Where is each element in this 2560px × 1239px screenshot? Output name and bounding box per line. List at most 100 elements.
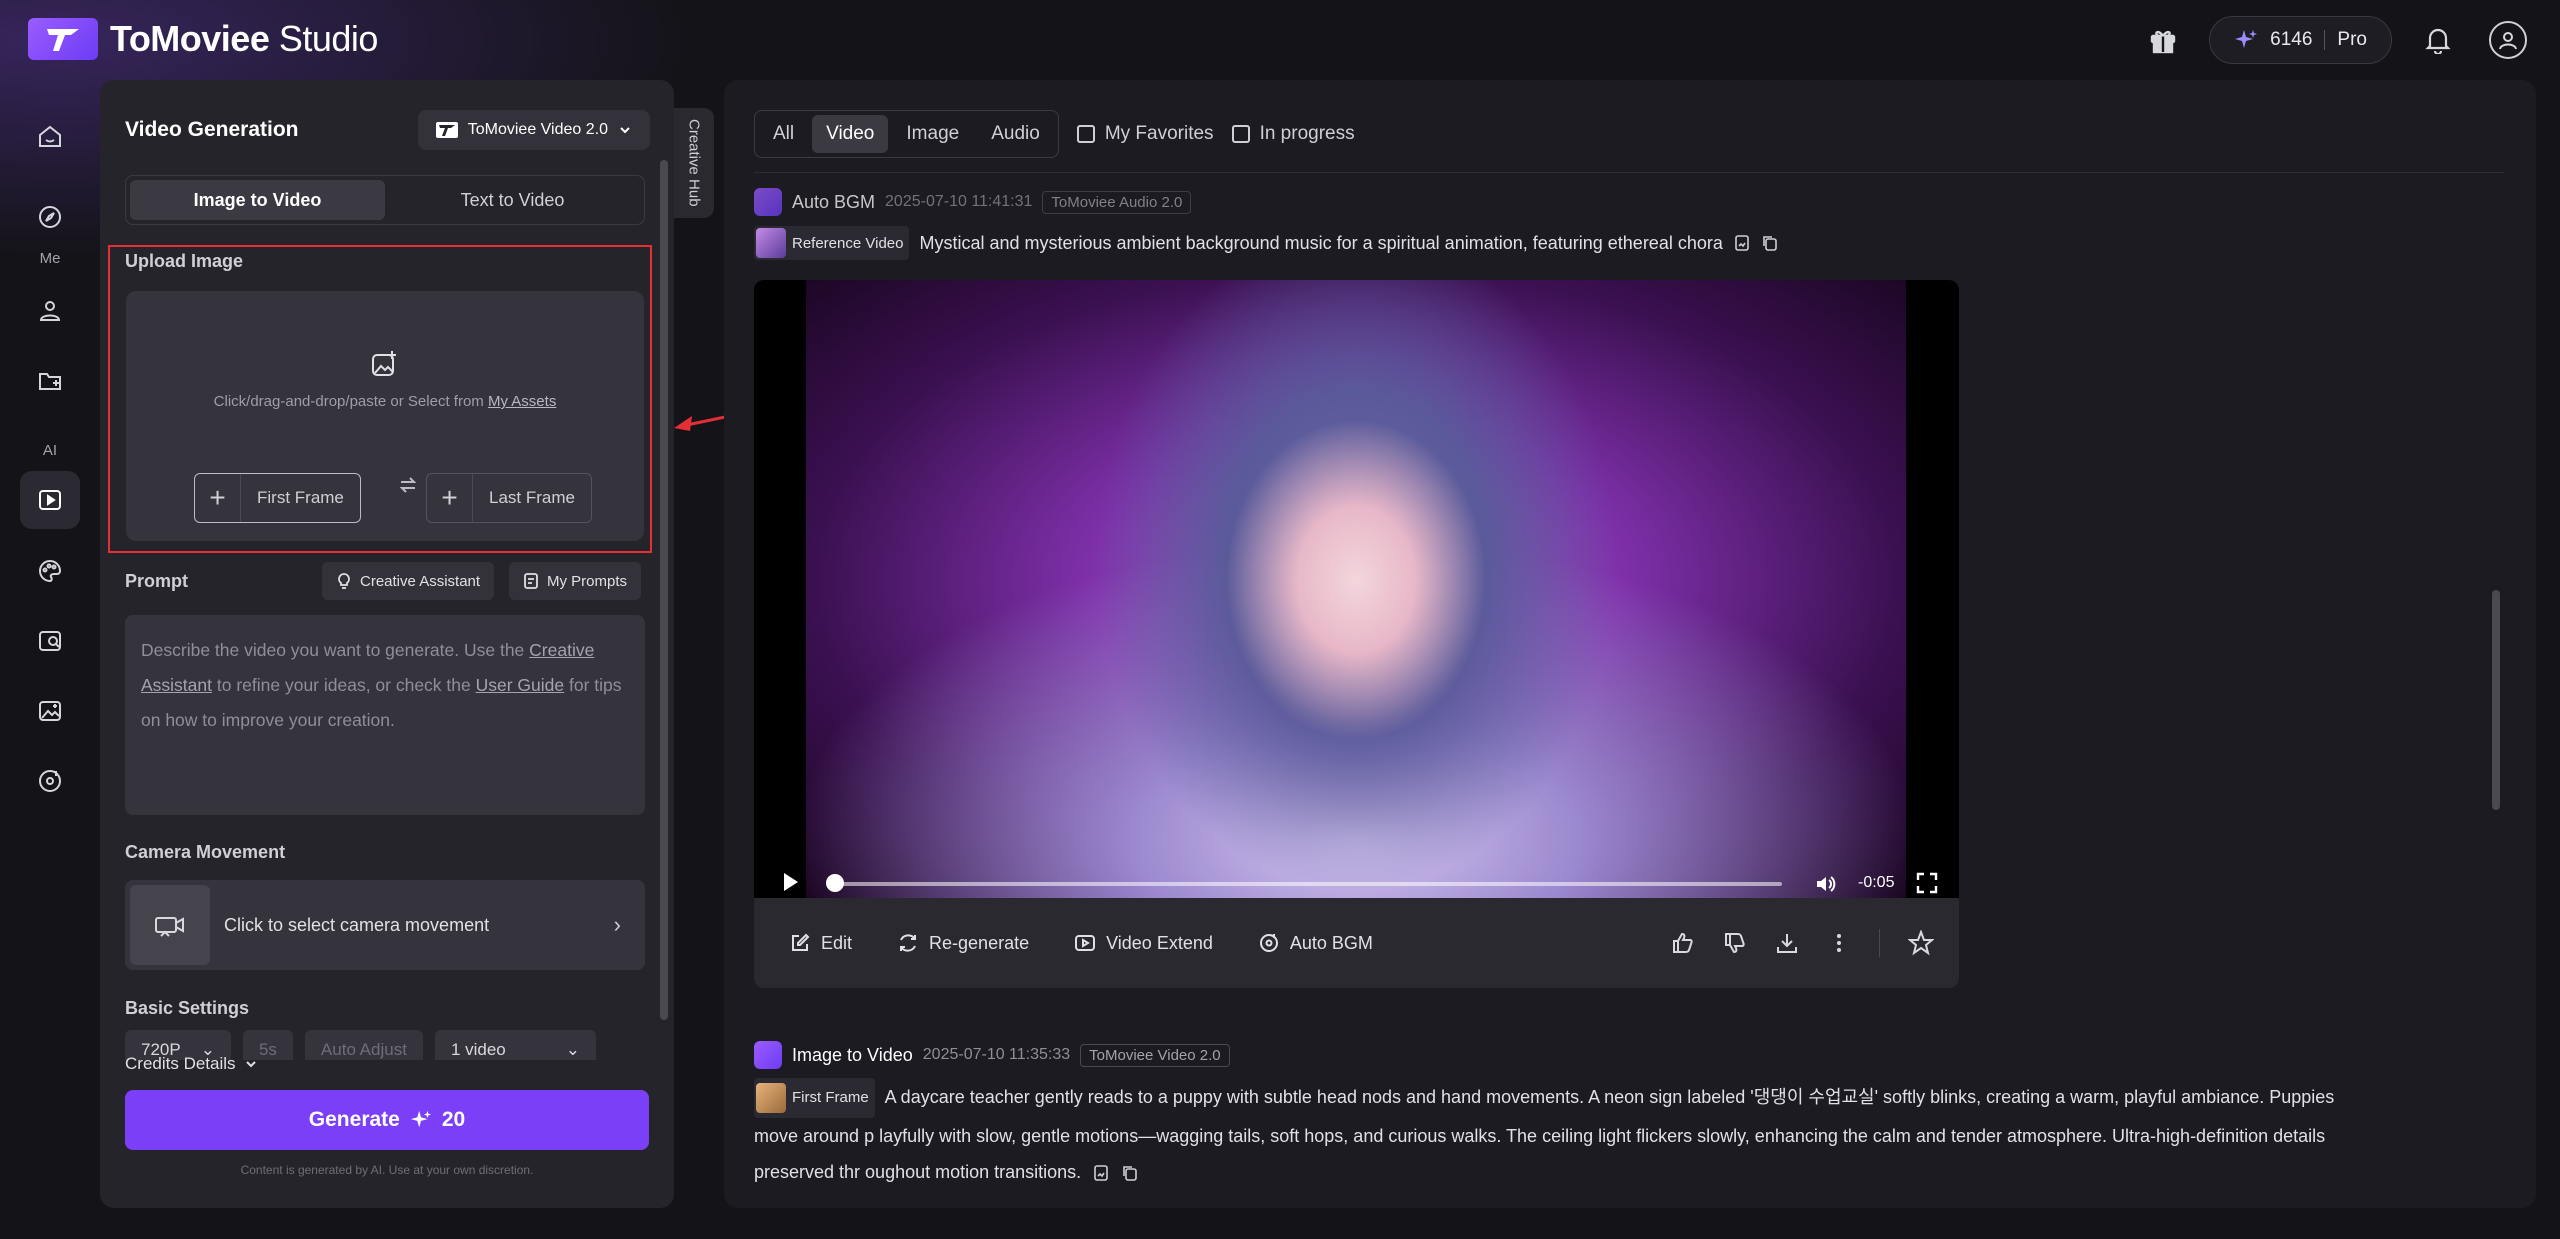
chevron-right-icon: › xyxy=(613,912,621,937)
tab-image-to-video[interactable]: Image to Video xyxy=(130,180,385,220)
generate-button[interactable]: Generate 20 xyxy=(125,1090,649,1150)
regenerate-button[interactable]: Re-generate xyxy=(897,932,1029,954)
play-icon[interactable] xyxy=(784,873,798,891)
plan-badge: Pro xyxy=(2337,29,2367,50)
sparkle-icon xyxy=(410,1110,431,1128)
home-icon xyxy=(39,125,61,147)
save-prompt-icon xyxy=(1094,1165,1109,1182)
first-frame-label: First Frame xyxy=(257,488,344,507)
in-progress-checkbox[interactable]: In progress xyxy=(1231,123,1355,145)
camera-movement-button[interactable]: Click to select camera movement › xyxy=(125,880,645,970)
filter-all[interactable]: All xyxy=(759,115,808,153)
lightbulb-icon xyxy=(338,573,350,589)
fullscreen-icon[interactable] xyxy=(1916,872,1938,894)
result-description: Mystical and mysterious ambient backgrou… xyxy=(919,232,1723,253)
results-area: All Video Image Audio My Favorites In pr… xyxy=(724,80,2536,1208)
video-feedback-actions xyxy=(1671,898,1934,988)
filter-tabs: All Video Image Audio xyxy=(754,110,1059,158)
rail-profile[interactable] xyxy=(20,282,80,340)
filter-divider xyxy=(754,172,2504,173)
rail-explore[interactable] xyxy=(20,188,80,246)
my-favorites-checkbox[interactable]: My Favorites xyxy=(1076,123,1214,145)
basic-settings-label: Basic Settings xyxy=(125,998,250,1018)
document-icon xyxy=(524,573,538,589)
upload-image-section-highlight: Upload Image Click/drag-and-drop/paste o… xyxy=(108,245,652,553)
first-frame-chip[interactable]: First Frame xyxy=(754,1078,875,1118)
checkbox-icon xyxy=(1231,125,1250,143)
gift-icon[interactable] xyxy=(2139,16,2187,64)
credits-pill[interactable]: 6146 Pro xyxy=(2209,16,2392,64)
swap-frames-icon[interactable] xyxy=(398,475,418,495)
my-prompts-button[interactable]: My Prompts xyxy=(509,562,642,600)
image-edit-icon xyxy=(39,631,61,651)
panel-scrollbar[interactable] xyxy=(660,160,668,1020)
credits-details-toggle[interactable]: Credits Details xyxy=(125,1054,258,1074)
creative-hub-tab[interactable]: Creative Hub xyxy=(674,108,714,218)
model-tag: ToMoviee Audio 2.0 xyxy=(1042,190,1192,214)
last-frame-button[interactable]: + Last Frame xyxy=(426,473,592,523)
chevron-down-icon xyxy=(245,1061,256,1068)
volume-icon[interactable] xyxy=(1814,872,1838,896)
top-right-actions: 6146 Pro xyxy=(2139,16,2532,64)
generate-label: Generate xyxy=(308,1108,400,1131)
rail-audio[interactable] xyxy=(20,752,80,810)
copy-icon xyxy=(1123,1166,1138,1182)
rail-home[interactable] xyxy=(20,108,80,166)
panel-title: Video Generation xyxy=(125,118,299,141)
model-select[interactable]: ToMoviee Video 2.0 xyxy=(417,110,650,150)
creative-hub-label: Creative Hub xyxy=(685,119,703,207)
video-player[interactable]: -0:05 xyxy=(754,280,1959,898)
rail-image-generation[interactable] xyxy=(20,682,80,740)
result-title: Image to Video xyxy=(792,1044,913,1065)
reference-thumbnail xyxy=(756,1083,786,1113)
folder-icon xyxy=(39,373,61,390)
user-avatar-button[interactable] xyxy=(2484,16,2532,64)
bell-icon[interactable] xyxy=(2414,16,2462,64)
app-logo[interactable]: ToMoviee Studio xyxy=(28,18,378,60)
results-scrollbar[interactable] xyxy=(2492,590,2500,810)
rail-assets[interactable] xyxy=(20,352,80,410)
edit-button[interactable]: Edit xyxy=(789,932,852,954)
reference-video-chip[interactable]: Reference Video xyxy=(754,226,910,260)
video-result-card: -0:05 Edit Re-generate Video Extend Auto… xyxy=(754,280,1959,988)
result-description: A daycare teacher gently reads to a pupp… xyxy=(754,1086,2335,1182)
camera-movement-icon xyxy=(130,885,210,965)
chevron-down-icon xyxy=(620,127,630,134)
result-item-header: Image to Video 2025-07-10 11:35:33 ToMov… xyxy=(754,1041,1230,1069)
rail-section-ai: AI xyxy=(42,442,58,459)
video-thumbnail xyxy=(806,280,1906,898)
first-frame-button[interactable]: + First Frame xyxy=(194,473,361,523)
logo-mark-icon xyxy=(28,18,98,60)
filter-audio[interactable]: Audio xyxy=(977,115,1054,153)
tab-text-to-video[interactable]: Text to Video xyxy=(385,180,640,220)
video-extend-button[interactable]: Video Extend xyxy=(1074,932,1213,954)
prompt-header: Prompt Creative Assistant My Prompts xyxy=(125,562,650,600)
my-assets-link[interactable]: My Assets xyxy=(488,393,556,410)
filter-image[interactable]: Image xyxy=(892,115,973,153)
thumbs-down-icon xyxy=(1725,933,1745,954)
logo-text: ToMoviee Studio xyxy=(110,18,378,59)
result-timestamp: 2025-07-10 11:35:33 xyxy=(922,1046,1071,1063)
audio-disc-icon xyxy=(39,770,61,792)
image-drop-zone[interactable]: Click/drag-and-drop/paste or Select from… xyxy=(126,291,644,541)
auto-bgm-button[interactable]: Auto BGM xyxy=(1258,932,1373,954)
progress-track[interactable] xyxy=(832,882,1782,886)
compass-icon xyxy=(39,206,61,228)
rail-effects[interactable] xyxy=(20,542,80,600)
progress-knob[interactable] xyxy=(826,874,844,892)
rail-video-generation[interactable] xyxy=(20,471,80,529)
mode-tabs: Image to Video Text to Video xyxy=(125,175,645,225)
model-tag: ToMoviee Video 2.0 xyxy=(1080,1043,1230,1067)
chevron-down-icon: ⌄ xyxy=(565,1040,581,1059)
creative-assistant-button[interactable]: Creative Assistant xyxy=(322,562,495,600)
rail-image-edit[interactable] xyxy=(20,612,80,670)
reference-thumbnail xyxy=(756,228,786,258)
prompt-textarea[interactable]: Describe the video you want to generate.… xyxy=(125,615,645,815)
user-guide-link[interactable]: User Guide xyxy=(476,675,565,695)
star-icon xyxy=(1908,930,1934,956)
camera-movement-button-label: Click to select camera movement xyxy=(224,914,490,935)
result-timestamp: 2025-07-10 11:41:31 xyxy=(885,193,1033,210)
download-icon xyxy=(1777,934,1797,953)
filter-video[interactable]: Video xyxy=(812,115,889,153)
credits-count: 6146 xyxy=(2270,29,2313,50)
